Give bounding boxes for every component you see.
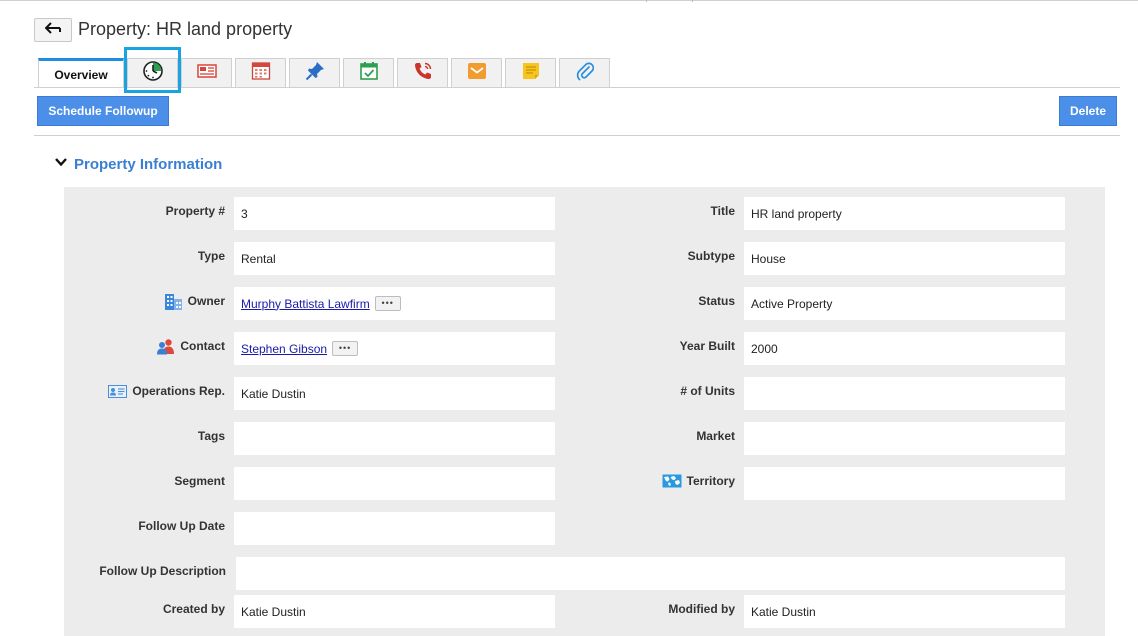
- units-label: # of Units: [680, 384, 735, 398]
- year-built-field[interactable]: 2000: [744, 332, 1065, 365]
- created-by-label: Created by: [162, 602, 225, 616]
- tab-tasks[interactable]: [343, 58, 394, 87]
- building-icon: [164, 293, 183, 310]
- owner-field: Murphy Battista Lawfirm •••: [234, 287, 555, 320]
- tab-notes[interactable]: [505, 58, 556, 87]
- modified-by-label: Modified by: [668, 602, 735, 616]
- modified-by-field[interactable]: Katie Dustin: [744, 595, 1065, 628]
- territory-label: Territory: [686, 474, 735, 488]
- task-check-icon: [359, 61, 379, 86]
- subtype-label: Subtype: [687, 249, 735, 263]
- tab-attachments[interactable]: [559, 58, 610, 87]
- page-title: Property: HR land property: [78, 19, 293, 39]
- market-label: Market: [696, 429, 735, 443]
- owner-label: Owner: [187, 294, 225, 308]
- contact-more-button[interactable]: •••: [332, 341, 359, 356]
- phone-call-icon: [413, 61, 433, 86]
- segment-label: Segment: [174, 474, 225, 488]
- timeline-clock-icon: [142, 60, 164, 87]
- market-field[interactable]: [744, 422, 1065, 455]
- contact-label: Contact: [180, 339, 225, 353]
- units-field[interactable]: [744, 377, 1065, 410]
- top-border: [0, 0, 1138, 1]
- follow-up-description-label: Follow Up Description: [99, 564, 226, 578]
- created-by-field[interactable]: Katie Dustin: [234, 595, 555, 628]
- type-label: Type: [197, 249, 225, 263]
- type-field[interactable]: Rental: [234, 242, 555, 275]
- chevron-down-icon[interactable]: [54, 155, 68, 173]
- contact-field: Stephen Gibson •••: [234, 332, 555, 365]
- contact-label-group: Contact: [90, 337, 225, 355]
- owner-label-group: Owner: [90, 292, 225, 310]
- follow-up-date-label: Follow Up Date: [138, 519, 225, 533]
- top-border-mark: [646, 0, 647, 2]
- tab-emails[interactable]: [451, 58, 502, 87]
- title-field[interactable]: HR land property: [744, 197, 1065, 230]
- delete-button[interactable]: Delete: [1059, 96, 1117, 126]
- follow-up-description-field[interactable]: [236, 557, 1065, 590]
- operations-rep-label-group: Operations Rep.: [80, 382, 225, 400]
- property-number-field[interactable]: 3: [234, 197, 555, 230]
- territory-field[interactable]: [744, 467, 1065, 500]
- follow-up-date-field[interactable]: [234, 512, 555, 545]
- territory-label-group: Territory: [600, 472, 735, 490]
- owner-more-button[interactable]: •••: [374, 296, 401, 311]
- subtype-field[interactable]: House: [744, 242, 1065, 275]
- contact-people-icon: [156, 338, 175, 355]
- tab-timeline[interactable]: [127, 58, 178, 87]
- section-title: Property Information: [74, 155, 223, 173]
- owner-link[interactable]: Murphy Battista Lawfirm: [241, 297, 370, 311]
- tab-calendar[interactable]: [235, 58, 286, 87]
- top-border-mark: [692, 0, 693, 2]
- operations-rep-label: Operations Rep.: [132, 384, 225, 398]
- schedule-followup-button[interactable]: Schedule Followup: [37, 96, 169, 126]
- contact-link[interactable]: Stephen Gibson: [241, 342, 327, 356]
- toolbar-divider: [34, 135, 1120, 136]
- operations-rep-field[interactable]: Katie Dustin: [234, 377, 555, 410]
- tab-overview[interactable]: Overview: [38, 58, 124, 88]
- tabs-divider: [34, 87, 1120, 88]
- sticky-note-icon: [522, 62, 540, 85]
- pushpin-icon: [305, 61, 325, 86]
- tab-pins[interactable]: [289, 58, 340, 87]
- email-envelope-icon: [467, 62, 487, 85]
- world-map-icon: [662, 474, 682, 488]
- tab-news[interactable]: [181, 58, 232, 87]
- back-button[interactable]: [34, 18, 72, 42]
- tab-overview-label: Overview: [54, 67, 108, 82]
- property-number-label: Property #: [165, 204, 225, 218]
- back-arrow-icon: [44, 21, 61, 39]
- newspaper-icon: [196, 63, 217, 84]
- title-label: Title: [710, 204, 735, 218]
- status-label: Status: [698, 294, 735, 308]
- id-card-icon: [108, 384, 128, 398]
- year-built-label: Year Built: [679, 339, 735, 353]
- tags-field[interactable]: [234, 422, 555, 455]
- paperclip-icon: [576, 61, 594, 86]
- tags-label: Tags: [197, 429, 225, 443]
- segment-field[interactable]: [234, 467, 555, 500]
- tab-calls[interactable]: [397, 58, 448, 87]
- section-header[interactable]: Property Information: [54, 155, 222, 173]
- status-field[interactable]: Active Property: [744, 287, 1065, 320]
- calendar-icon: [251, 61, 271, 86]
